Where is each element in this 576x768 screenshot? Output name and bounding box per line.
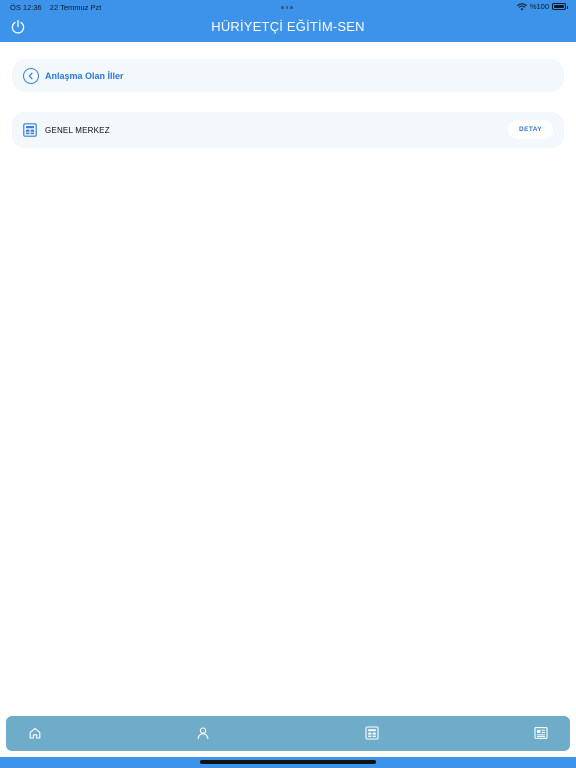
battery-percent: %100 bbox=[529, 2, 549, 11]
tab-news[interactable] bbox=[534, 726, 548, 740]
status-date: 22 Temmuz Pzt bbox=[49, 3, 102, 12]
tab-agreements[interactable] bbox=[365, 726, 379, 740]
detail-button[interactable]: DETAY bbox=[508, 120, 553, 139]
status-right: %100 bbox=[516, 2, 568, 11]
home-indicator[interactable] bbox=[200, 760, 376, 764]
tab-home[interactable] bbox=[28, 726, 42, 740]
grid-calendar-icon bbox=[365, 726, 379, 740]
breadcrumb: Anlaşma Olan İller bbox=[12, 59, 564, 92]
wifi-icon bbox=[516, 2, 527, 10]
status-time: ÖS 12:36 bbox=[10, 3, 42, 12]
tab-bar bbox=[6, 716, 570, 751]
status-bar: ÖS 12:36 22 Temmuz Pzt %100 bbox=[0, 0, 576, 14]
page-title: HÜRİYETÇİ EĞİTİM-SEN bbox=[211, 19, 365, 34]
person-icon bbox=[197, 727, 209, 740]
list-item-label: GENEL MERKEZ bbox=[45, 125, 110, 135]
grid-calendar-icon bbox=[23, 123, 37, 137]
multitask-dots-icon[interactable] bbox=[281, 6, 293, 9]
chevron-left-icon bbox=[28, 72, 33, 79]
tab-profile[interactable] bbox=[196, 726, 210, 740]
home-icon bbox=[29, 727, 41, 739]
list-item: GENEL MERKEZ DETAY bbox=[12, 112, 564, 148]
breadcrumb-label: Anlaşma Olan İller bbox=[45, 70, 124, 81]
status-left: ÖS 12:36 22 Temmuz Pzt bbox=[10, 3, 107, 12]
battery-icon bbox=[552, 3, 568, 10]
back-button[interactable] bbox=[23, 67, 39, 84]
newspaper-icon bbox=[534, 727, 548, 739]
app-header: ÖS 12:36 22 Temmuz Pzt %100 HÜRİYETÇİ EĞ… bbox=[0, 0, 576, 42]
